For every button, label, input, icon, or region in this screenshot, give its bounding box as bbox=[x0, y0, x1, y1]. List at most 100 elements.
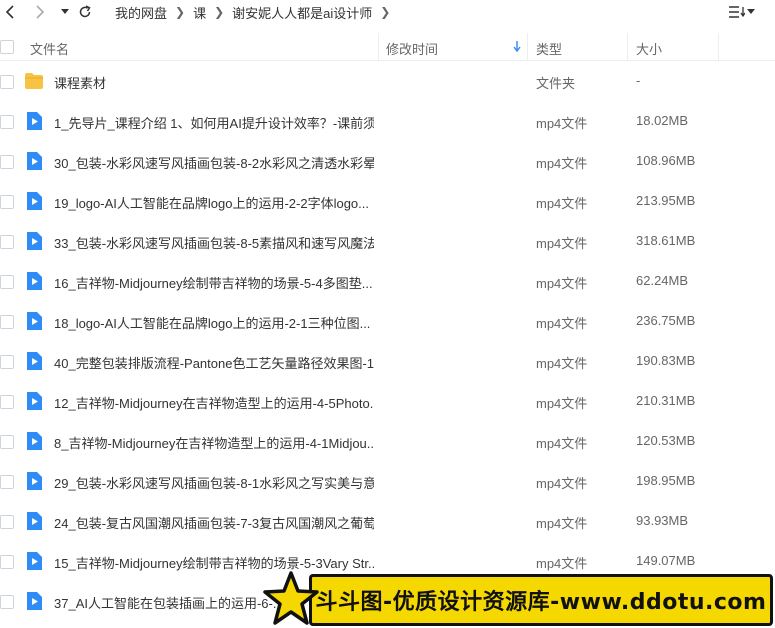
file-name[interactable]: 24_包装-复古风国潮风插画包装-7-3复古风国潮风之葡萄... bbox=[54, 513, 374, 532]
file-type: mp4文件 bbox=[536, 196, 588, 211]
row-checkbox[interactable] bbox=[0, 395, 14, 409]
refresh-icon bbox=[79, 5, 91, 18]
breadcrumb-item[interactable]: 我的网盘 bbox=[115, 3, 167, 22]
column-divider[interactable] bbox=[378, 33, 379, 60]
file-row[interactable]: 40_完整包装排版流程-Pantone色工艺矢量路径效果图-1... mp4文件 1… bbox=[0, 341, 775, 381]
file-type: mp4文件 bbox=[536, 236, 588, 251]
column-name[interactable]: 文件名 bbox=[30, 39, 69, 58]
file-size: 213.95MB bbox=[636, 193, 696, 208]
file-row[interactable]: 29_包装-水彩风速写风插画包装-8-1水彩风之写实美与意... mp4文件 198… bbox=[0, 461, 775, 501]
row-checkbox[interactable] bbox=[0, 475, 14, 489]
column-type[interactable]: 类型 bbox=[536, 39, 562, 58]
column-size[interactable]: 大小 bbox=[636, 39, 662, 58]
row-checkbox[interactable] bbox=[0, 315, 14, 329]
file-name[interactable]: 8_吉祥物-Midjourney在吉祥物造型上的运用-4-1Midjou... bbox=[54, 433, 374, 452]
breadcrumb: 我的网盘 ❯ 课 ❯ 谢安妮人人都是ai设计师 ❯ bbox=[115, 3, 390, 21]
back-button[interactable] bbox=[0, 2, 20, 22]
file-name[interactable]: 33_包装-水彩风速写风插画包装-8-5素描风和速写风魔法... bbox=[54, 233, 374, 252]
file-type: mp4文件 bbox=[536, 476, 588, 491]
file-name[interactable]: 1_先导片_课程介绍 1、如何用AI提升设计效率？-课前须... bbox=[54, 113, 374, 132]
video-file-icon bbox=[27, 512, 42, 530]
top-bar: 我的网盘 ❯ 课 ❯ 谢安妮人人都是ai设计师 ❯ bbox=[0, 0, 775, 24]
video-file-icon bbox=[27, 152, 42, 170]
row-checkbox[interactable] bbox=[0, 115, 14, 129]
row-checkbox[interactable] bbox=[0, 235, 14, 249]
column-divider[interactable] bbox=[627, 33, 628, 60]
breadcrumb-item[interactable]: 课 bbox=[193, 3, 206, 22]
select-all-checkbox[interactable] bbox=[0, 40, 14, 54]
file-name[interactable]: 12_吉祥物-Midjourney在吉祥物造型上的运用-4-5Photo... bbox=[54, 393, 374, 412]
file-row[interactable]: 8_吉祥物-Midjourney在吉祥物造型上的运用-4-1Midjou... m… bbox=[0, 421, 775, 461]
file-type: mp4文件 bbox=[536, 156, 588, 171]
file-row[interactable]: 12_吉祥物-Midjourney在吉祥物造型上的运用-4-5Photo... m… bbox=[0, 381, 775, 421]
file-name[interactable]: 课程素材 bbox=[54, 73, 374, 92]
video-file-icon bbox=[27, 312, 42, 330]
column-divider[interactable] bbox=[718, 33, 719, 60]
file-size: - bbox=[636, 73, 641, 88]
file-type: mp4文件 bbox=[536, 356, 588, 371]
row-checkbox[interactable] bbox=[0, 555, 14, 569]
video-file-icon bbox=[27, 272, 42, 290]
breadcrumb-item[interactable]: 谢安妮人人都是ai设计师 bbox=[232, 3, 372, 22]
video-file-icon bbox=[27, 592, 42, 610]
file-size: 210.31MB bbox=[636, 393, 696, 408]
file-row[interactable]: 30_包装-水彩风速写风插画包装-8-2水彩风之清透水彩晕... mp4文件 108… bbox=[0, 141, 775, 181]
refresh-button[interactable] bbox=[75, 2, 95, 22]
file-name[interactable]: 30_包装-水彩风速写风插画包装-8-2水彩风之清透水彩晕... bbox=[54, 153, 374, 172]
file-row[interactable]: 24_包装-复古风国潮风插画包装-7-3复古风国潮风之葡萄... mp4文件 93.… bbox=[0, 501, 775, 541]
file-name[interactable]: 40_完整包装排版流程-Pantone色工艺矢量路径效果图-1... bbox=[54, 353, 374, 372]
file-type: mp4文件 bbox=[536, 316, 588, 331]
file-size: 149.07MB bbox=[636, 553, 696, 568]
file-row[interactable]: 1_先导片_课程介绍 1、如何用AI提升设计效率？-课前须... mp4文件 18.… bbox=[0, 101, 775, 141]
forward-button[interactable] bbox=[30, 2, 50, 22]
caret-down-icon bbox=[61, 9, 69, 14]
folder-icon bbox=[25, 73, 43, 89]
file-row[interactable]: 18_logo-AI人工智能在品牌logo上的运用-2-1三种位图... mp4文… bbox=[0, 301, 775, 341]
file-size: 318.61MB bbox=[636, 233, 696, 248]
file-type: mp4文件 bbox=[536, 116, 588, 131]
file-name[interactable]: 18_logo-AI人工智能在品牌logo上的运用-2-1三种位图... bbox=[54, 313, 374, 332]
file-size: 62.24MB bbox=[636, 273, 689, 288]
column-divider[interactable] bbox=[527, 33, 528, 60]
file-size: 108.96MB bbox=[636, 153, 696, 168]
file-name[interactable]: 19_logo-AI人工智能在品牌logo上的运用-2-2字体logo... bbox=[54, 193, 374, 212]
row-checkbox[interactable] bbox=[0, 435, 14, 449]
file-row[interactable]: 33_包装-水彩风速写风插画包装-8-5素描风和速写风魔法... mp4文件 318… bbox=[0, 221, 775, 261]
column-modified[interactable]: 修改时间 bbox=[386, 39, 438, 58]
sort-descending-icon[interactable] bbox=[513, 41, 521, 52]
row-checkbox[interactable] bbox=[0, 355, 14, 369]
file-row[interactable]: 16_吉祥物-Midjourney绘制带吉祥物的场景-5-4多图垫... mp4文… bbox=[0, 261, 775, 301]
caret-down-icon bbox=[747, 9, 755, 14]
row-checkbox[interactable] bbox=[0, 75, 14, 89]
history-dropdown-button[interactable] bbox=[55, 2, 75, 22]
file-size: 93.93MB bbox=[636, 513, 689, 528]
view-mode-button[interactable] bbox=[729, 4, 765, 20]
file-type: mp4文件 bbox=[536, 396, 588, 411]
file-list: 课程素材 文件夹 - 1_先导片_课程介绍 1、如何用AI提升设计效率？-课前须...… bbox=[0, 61, 775, 621]
watermark-text: 斗斗图-优质设计资源库-www.ddotu.com bbox=[309, 574, 773, 626]
video-file-icon bbox=[27, 352, 42, 370]
column-header: 文件名 修改时间 类型 大小 bbox=[0, 33, 775, 61]
file-size: 198.95MB bbox=[636, 473, 696, 488]
watermark-banner: 斗斗图-优质设计资源库-www.ddotu.com bbox=[261, 570, 773, 628]
video-file-icon bbox=[27, 392, 42, 410]
row-checkbox[interactable] bbox=[0, 275, 14, 289]
file-size: 120.53MB bbox=[636, 433, 696, 448]
file-type: mp4文件 bbox=[536, 276, 588, 291]
row-checkbox[interactable] bbox=[0, 595, 14, 609]
star-icon bbox=[263, 571, 319, 625]
chevron-right-icon bbox=[36, 5, 45, 19]
file-row[interactable]: 19_logo-AI人工智能在品牌logo上的运用-2-2字体logo... mp… bbox=[0, 181, 775, 221]
file-name[interactable]: 29_包装-水彩风速写风插画包装-8-1水彩风之写实美与意... bbox=[54, 473, 374, 492]
row-checkbox[interactable] bbox=[0, 515, 14, 529]
file-name[interactable]: 16_吉祥物-Midjourney绘制带吉祥物的场景-5-4多图垫... bbox=[54, 273, 374, 292]
file-size: 190.83MB bbox=[636, 353, 696, 368]
file-size: 18.02MB bbox=[636, 113, 689, 128]
chevron-right-icon: ❯ bbox=[380, 5, 391, 19]
row-checkbox[interactable] bbox=[0, 155, 14, 169]
video-file-icon bbox=[27, 432, 42, 450]
row-checkbox[interactable] bbox=[0, 195, 14, 209]
list-view-icon bbox=[729, 6, 745, 18]
file-row[interactable]: 课程素材 文件夹 - bbox=[0, 61, 775, 101]
chevron-right-icon: ❯ bbox=[175, 5, 186, 19]
